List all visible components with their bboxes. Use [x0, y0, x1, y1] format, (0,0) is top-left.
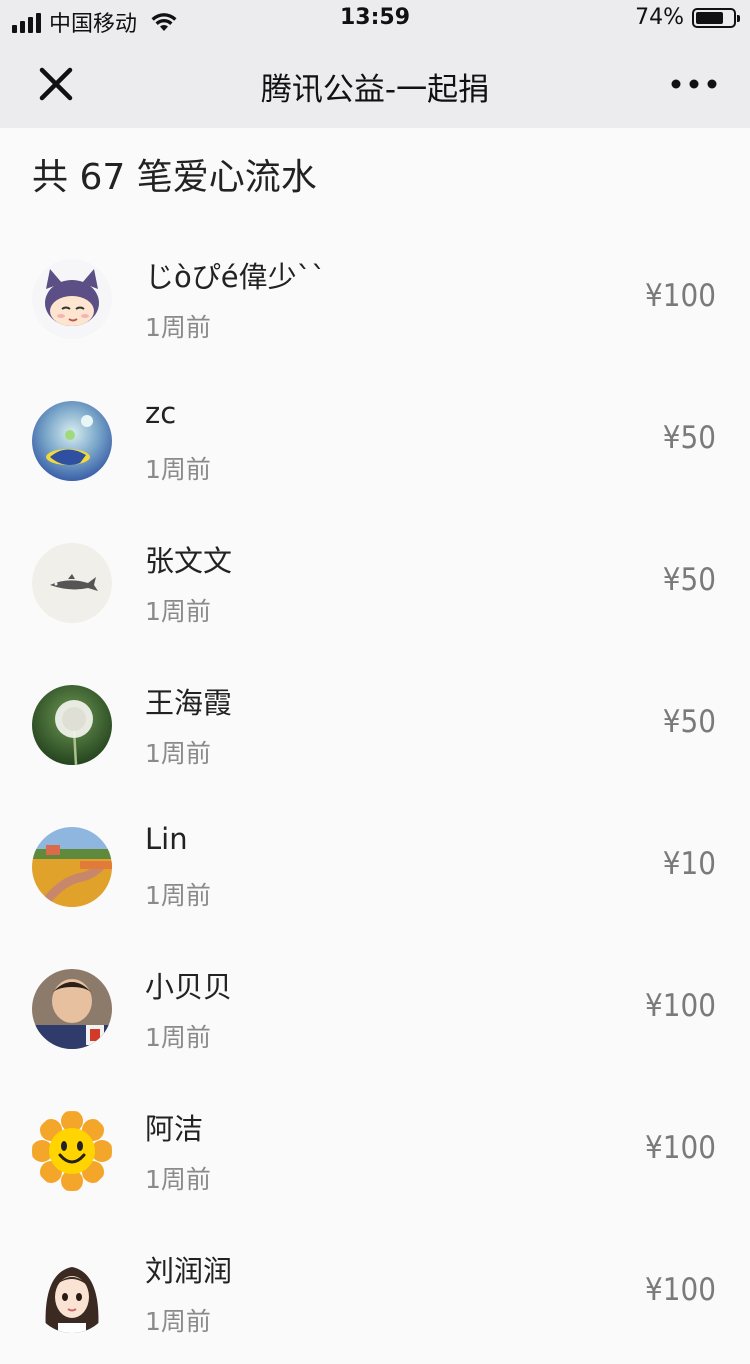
battery-percent: 74% — [635, 5, 684, 30]
donor-name: zc — [145, 396, 177, 430]
status-right: 74% — [635, 5, 740, 30]
donation-row[interactable]: zc 1周前 ¥50 — [0, 370, 750, 512]
fish-ink-avatar — [32, 543, 112, 623]
donor-name: じòぴé偉少`` — [145, 260, 326, 294]
navigation-bar: 腾讯公益-一起捐 — [0, 40, 750, 128]
more-icon[interactable] — [668, 70, 720, 98]
landscape-painting-avatar — [32, 827, 112, 907]
donor-name: 刘润润 — [145, 1254, 233, 1288]
page-title: 腾讯公益-一起捐 — [260, 72, 490, 108]
donation-row[interactable]: 刘润润 1周前 ¥100 — [0, 1222, 750, 1364]
donation-time: 1周前 — [145, 313, 211, 342]
cartoon-girl-avatar — [32, 1253, 112, 1333]
donation-count-summary: 共 67 笔爱心流水 — [32, 157, 317, 198]
donation-time: 1周前 — [145, 1307, 211, 1336]
donation-row[interactable]: じòぴé偉少`` 1周前 ¥100 — [0, 228, 750, 370]
donation-time: 1周前 — [145, 1165, 211, 1194]
donation-amount: ¥50 — [662, 562, 716, 598]
donation-amount: ¥50 — [662, 420, 716, 456]
bird-avatar — [32, 401, 112, 481]
donor-name: 小贝贝 — [145, 970, 233, 1004]
donation-list-page: 共 67 笔爱心流水 じòぴé偉少`` 1周前 ¥100 zc 1周前 ¥50 … — [0, 128, 750, 1336]
donation-amount: ¥100 — [645, 1272, 716, 1308]
donation-amount: ¥10 — [662, 846, 716, 882]
donation-row[interactable]: 张文文 1周前 ¥50 — [0, 512, 750, 654]
donation-time: 1周前 — [145, 597, 211, 626]
sunflower-smiley-avatar — [32, 1111, 112, 1191]
donation-row[interactable]: 王海霞 1周前 ¥50 — [0, 654, 750, 796]
battery-icon — [692, 7, 740, 28]
cat-ear-boy-avatar — [32, 259, 112, 339]
donation-time: 1周前 — [145, 1023, 211, 1052]
donation-amount: ¥100 — [645, 1130, 716, 1166]
donor-name: Lin — [145, 822, 188, 856]
donor-name: 阿洁 — [145, 1112, 204, 1146]
donation-row[interactable]: 小贝贝 1周前 ¥100 — [0, 938, 750, 1080]
donation-amount: ¥100 — [645, 278, 716, 314]
donation-amount: ¥50 — [662, 704, 716, 740]
donation-amount: ¥100 — [645, 988, 716, 1024]
status-bar: 中国移动 13:59 74% — [0, 0, 750, 40]
donation-row[interactable]: Lin 1周前 ¥10 — [0, 796, 750, 938]
battery-fill — [696, 11, 723, 24]
child-photo-avatar — [32, 969, 112, 1049]
donation-time: 1周前 — [145, 739, 211, 768]
donation-time: 1周前 — [145, 881, 211, 910]
donor-name: 王海霞 — [145, 686, 233, 720]
dandelion-avatar — [32, 685, 112, 765]
donation-time: 1周前 — [145, 455, 211, 484]
donation-row[interactable]: 阿洁 1周前 ¥100 — [0, 1080, 750, 1222]
donor-name: 张文文 — [145, 544, 233, 578]
